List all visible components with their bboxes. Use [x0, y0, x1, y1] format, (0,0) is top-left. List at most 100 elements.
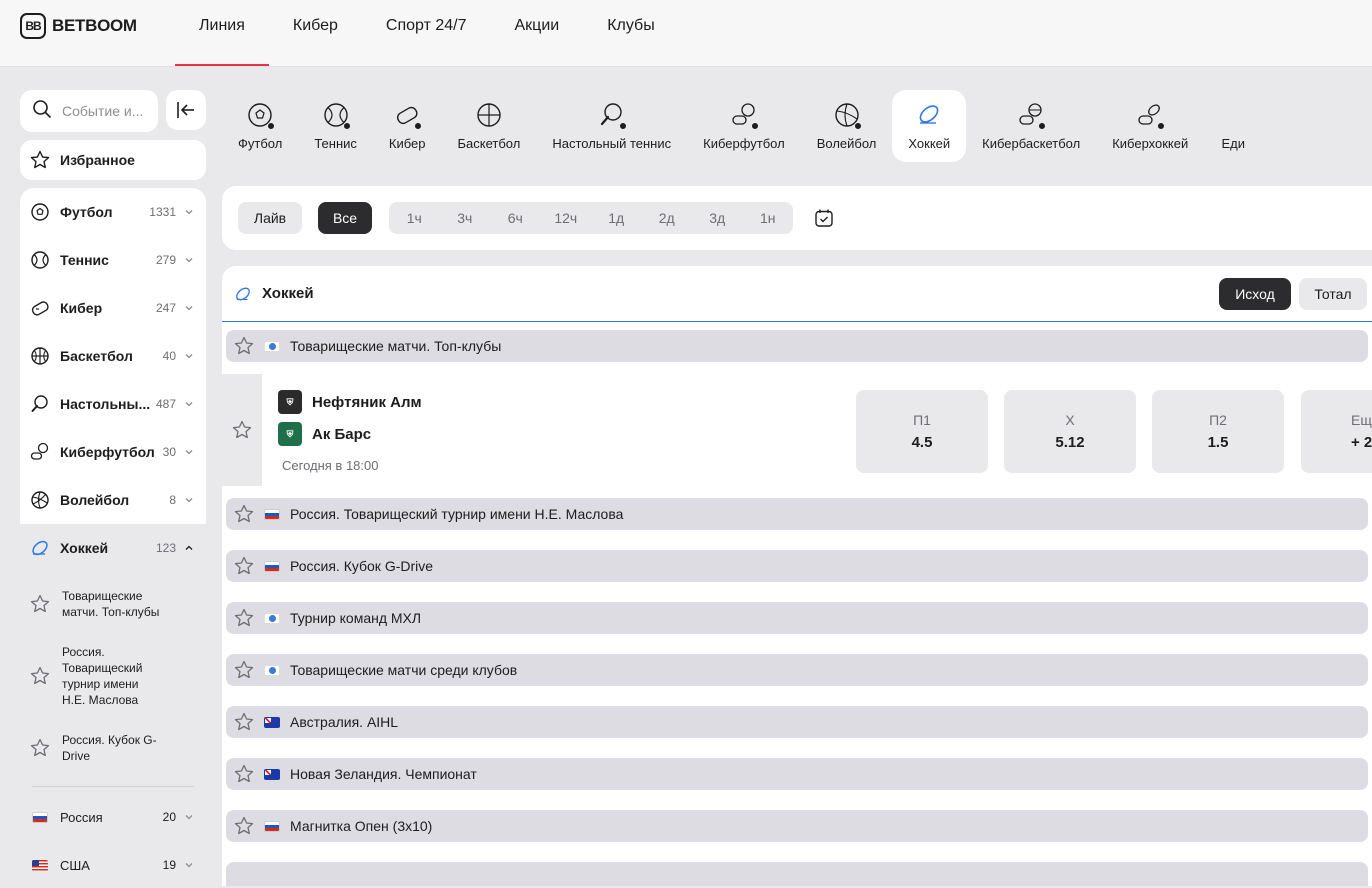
chevron-down-icon [185, 402, 193, 407]
football-icon [247, 102, 276, 130]
country-label: США [60, 857, 90, 873]
nav-cyber[interactable]: Кибер [269, 0, 362, 66]
time-filter-1d[interactable]: 1д [591, 210, 642, 226]
tab-more[interactable]: Еди [1204, 90, 1262, 162]
sidebar-country-usa[interactable]: США 19 [20, 841, 206, 888]
odd-p1-button[interactable]: П1 4.5 [856, 390, 988, 473]
volleyball-icon [834, 102, 862, 130]
favorites-button[interactable]: Избранное [20, 140, 206, 180]
sidebar-item-label: Хоккей [60, 540, 109, 556]
star-icon[interactable] [234, 712, 254, 732]
sidebar-subitem-maslov[interactable]: Россия. Товарищеский турнир имени Н.Е. М… [20, 636, 206, 716]
search-input[interactable] [60, 102, 156, 120]
sport-tabs: Футбол Теннис Кибер Баскетбол Настольный… [222, 90, 1372, 162]
league-row[interactable]: Новая Зеландия. Чемпионат [226, 758, 1368, 790]
favorites-label: Избранное [60, 152, 135, 168]
sidebar-item-count: 123 [155, 541, 176, 555]
odd-p2-button[interactable]: П2 1.5 [1152, 390, 1284, 473]
sidebar-item-cyberfootball[interactable]: Киберфутбол 30 [20, 428, 206, 476]
sidebar-country-russia[interactable]: Россия 20 [20, 793, 206, 841]
tab-cyberhockey[interactable]: Киберхоккей [1096, 90, 1204, 162]
nav-clubs[interactable]: Клубы [583, 0, 679, 66]
star-icon[interactable] [234, 336, 254, 356]
league-row[interactable]: Товарищеские матчи среди клубов [226, 654, 1368, 686]
basketball-icon [476, 102, 502, 128]
match-row[interactable]: ⛨ Нефтяник Алм ⛨ Ак Барс Сегодня в 18:00… [222, 374, 1372, 486]
all-filter-button[interactable]: Все [318, 202, 372, 234]
tab-label: Кибер [388, 135, 426, 151]
nav-promotions[interactable]: Акции [491, 0, 584, 66]
league-row[interactable]: Австралия. AIHL [226, 706, 1368, 738]
league-row-top-clubs[interactable]: Товарищеские матчи. Топ-клубы [226, 330, 1368, 362]
sidebar-item-table-tennis[interactable]: Настольны... 487 [20, 380, 206, 428]
logo[interactable]: BB BETBOOM [20, 13, 137, 39]
sidebar-item-cyber[interactable]: Кибер 247 [20, 284, 206, 332]
league-row[interactable]: Магнитка Опен (3х10) [226, 810, 1368, 842]
tab-hockey[interactable]: Хоккей [892, 90, 967, 162]
page-title: Хоккей [262, 285, 314, 302]
calendar-button[interactable] [814, 208, 834, 233]
odd-label: Ещ [1351, 412, 1372, 428]
sidebar-item-volleyball[interactable]: Волейбол 8 [20, 476, 206, 524]
star-icon[interactable] [234, 504, 254, 524]
tab-label: Футбол [238, 135, 283, 151]
match-time: Сегодня в 18:00 [282, 458, 379, 473]
league-name: Турнир команд МХЛ [290, 610, 422, 626]
time-filter-1h[interactable]: 1ч [389, 210, 440, 226]
sidebar-item-basketball[interactable]: Баскетбол 40 [20, 332, 206, 380]
flag-australia-icon [264, 716, 280, 728]
tab-volleyball[interactable]: Волейбол [801, 90, 893, 162]
time-filter-2d[interactable]: 2д [642, 210, 693, 226]
logo-mark: BB [20, 13, 46, 39]
hockey-puck-icon [236, 287, 250, 300]
odd-x-button[interactable]: X 5.12 [1004, 390, 1136, 473]
nav-line[interactable]: Линия [175, 0, 269, 66]
table-tennis-icon [31, 395, 48, 412]
flag-russia-icon [264, 508, 280, 520]
sidebar-item-hockey[interactable]: Хоккей 123 [20, 524, 206, 572]
sidebar-item-count: 40 [162, 349, 176, 363]
chevron-down-icon [185, 258, 193, 263]
tab-football[interactable]: Футбол [222, 90, 298, 162]
tab-cyberfootball[interactable]: Киберфутбол [687, 90, 801, 162]
star-icon[interactable] [234, 764, 254, 784]
league-row[interactable]: Турнир команд МХЛ [226, 602, 1368, 634]
star-icon [232, 420, 252, 439]
odd-value: 1.5 [1207, 434, 1229, 451]
cyberfootball-icon [731, 102, 759, 130]
time-filter-12h[interactable]: 12ч [541, 210, 592, 226]
sidebar-subitem-top-clubs[interactable]: Товарищеские матчи. Топ-клубы [20, 572, 206, 636]
tab-basketball[interactable]: Баскетбол [442, 90, 537, 162]
sidebar-item-football[interactable]: Футбол 1331 [20, 188, 206, 236]
nav-sport-247[interactable]: Спорт 24/7 [362, 0, 491, 66]
time-filter-6h[interactable]: 6ч [490, 210, 541, 226]
filters-bar: Лайв Все 1ч 3ч 6ч 12ч 1д 2д 3д 1н [222, 186, 1372, 250]
tab-table-tennis[interactable]: Настольный теннис [536, 90, 687, 162]
sidebar-item-tennis[interactable]: Теннис 279 [20, 236, 206, 284]
league-row[interactable]: Россия. Кубок G-Drive [226, 550, 1368, 582]
live-filter-button[interactable]: Лайв [238, 202, 302, 234]
time-filter-3d[interactable]: 3д [692, 210, 743, 226]
tab-cyber[interactable]: Кибер [373, 90, 442, 162]
time-filter-1w[interactable]: 1н [743, 210, 794, 226]
sport-icon [1220, 102, 1246, 128]
star-icon[interactable] [234, 660, 254, 680]
match-favorite-button[interactable] [222, 374, 262, 486]
league-row[interactable]: Россия. Товарищеский турнир имени Н.Е. М… [226, 498, 1368, 530]
team-away-logo: ⛨ [278, 422, 302, 446]
star-icon[interactable] [234, 556, 254, 576]
more-markets-button[interactable]: Ещ + 20 [1301, 390, 1372, 473]
sidebar-subitem-g-drive[interactable]: Россия. Кубок G-Drive [20, 716, 206, 780]
star-icon[interactable] [234, 816, 254, 836]
time-filter-3h[interactable]: 3ч [440, 210, 491, 226]
tab-tennis[interactable]: Теннис [298, 90, 373, 162]
market-total-button[interactable]: Тотал [1299, 278, 1367, 310]
market-outcome-button[interactable]: Исход [1219, 278, 1291, 310]
team-home-name: Нефтяник Алм [312, 393, 422, 411]
match-body: ⛨ Нефтяник Алм ⛨ Ак Барс Сегодня в 18:00… [262, 374, 1372, 486]
tab-cyberbasketball[interactable]: Кибербаскетбол [966, 90, 1096, 162]
star-icon[interactable] [234, 608, 254, 628]
team-away: ⛨ Ак Барс [278, 422, 371, 446]
league-row[interactable] [226, 862, 1368, 886]
collapse-sidebar-button[interactable] [166, 90, 206, 130]
